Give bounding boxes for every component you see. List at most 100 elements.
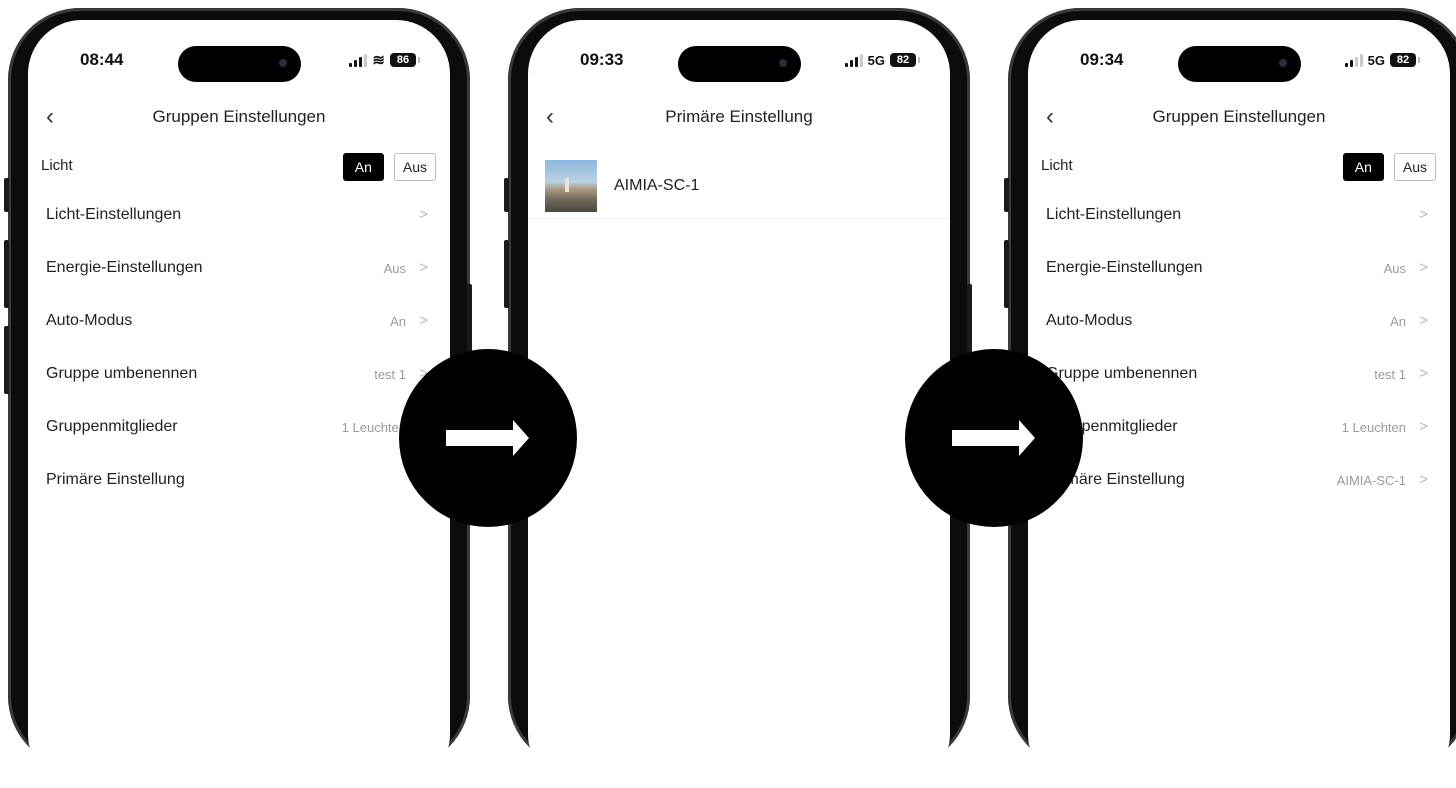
camera-icon	[779, 59, 787, 67]
chevron-right-icon: >	[1419, 206, 1428, 223]
light-off-button[interactable]: Aus	[393, 153, 436, 181]
nav-header: ‹ Gruppen Einstellungen	[1028, 104, 1450, 132]
settings-list: Licht-Einstellungen > Energie-Einstellung…	[1028, 198, 1450, 516]
row-label: Auto-Modus	[1046, 312, 1133, 329]
light-toggle: An Aus	[1342, 153, 1436, 181]
arrow-head-icon	[513, 420, 529, 456]
nav-header: ‹ Primäre Einstellung	[528, 104, 950, 132]
phone-side-button	[1004, 178, 1009, 212]
camera-icon	[1279, 59, 1287, 67]
phone-side-button	[4, 178, 9, 212]
phone-side-button	[1004, 240, 1009, 308]
phone-side-button	[4, 240, 9, 308]
phone-frame-2: 09:33 5G 82 ‹ Primäre Einstellung AIMIA-…	[508, 8, 970, 788]
battery-icon: 86	[390, 53, 420, 67]
page-title: Gruppen Einstellungen	[1152, 107, 1326, 126]
light-label: Licht	[41, 157, 73, 174]
device-thumbnail	[545, 160, 597, 212]
chevron-right-icon: >	[419, 206, 428, 223]
row-rename-group[interactable]: Gruppe umbenennen test 1 >	[1028, 357, 1450, 410]
chevron-right-icon: >	[1419, 471, 1428, 488]
dynamic-island	[1178, 46, 1301, 82]
phone-side-button	[504, 240, 509, 308]
phone-frame-3: 09:34 5G 82 ‹ Gruppen Einstellungen Lich…	[1008, 8, 1456, 788]
chevron-right-icon: >	[419, 312, 428, 329]
device-name: AIMIA-SC-1	[614, 177, 700, 194]
row-value: test 1	[374, 367, 406, 382]
row-label: Auto-Modus	[46, 312, 133, 329]
phone-screen-3: 09:34 5G 82 ‹ Gruppen Einstellungen Lich…	[1028, 20, 1450, 788]
light-label: Licht	[1041, 157, 1073, 174]
dynamic-island	[678, 46, 801, 82]
chevron-right-icon: >	[1419, 259, 1428, 276]
status-bar: 09:34 5G 82	[1028, 20, 1450, 90]
row-value: An	[390, 314, 406, 329]
transition-arrow-2	[905, 349, 1083, 527]
row-rename-group[interactable]: Gruppe umbenennen test 1 >	[28, 357, 450, 410]
row-label: Energie-Einstellungen	[46, 259, 203, 276]
row-value: AIMIA-SC-1	[1336, 473, 1406, 488]
network-label: 5G	[1367, 52, 1385, 68]
row-label: Energie-Einstellungen	[1046, 259, 1203, 276]
phone-screen-2: 09:33 5G 82 ‹ Primäre Einstellung AIMIA-…	[528, 20, 950, 788]
chevron-right-icon: >	[1419, 312, 1428, 329]
wifi-icon: ≋	[372, 51, 385, 69]
page-title: Gruppen Einstellungen	[152, 107, 326, 126]
row-label: Primäre Einstellung	[46, 471, 185, 488]
row-label: Licht-Einstellungen	[46, 206, 182, 223]
row-energy-settings[interactable]: Energie-Einstellungen Aus >	[28, 251, 450, 304]
row-value: An	[1390, 314, 1406, 329]
row-auto-mode[interactable]: Auto-Modus An >	[1028, 304, 1450, 357]
status-indicators: ≋ 86	[349, 51, 420, 69]
row-value: test 1	[1374, 367, 1406, 382]
phone-frame-1: 08:44 ≋ 86 ‹ Gruppen Einstellungen Licht…	[8, 8, 470, 788]
battery-icon: 82	[890, 53, 920, 67]
page-title: Primäre Einstellung	[665, 107, 813, 126]
dynamic-island	[178, 46, 301, 82]
row-energy-settings[interactable]: Energie-Einstellungen Aus >	[1028, 251, 1450, 304]
device-list-item[interactable]: AIMIA-SC-1	[528, 150, 950, 219]
settings-list: Licht-Einstellungen > Energie-Einstellung…	[28, 198, 450, 516]
status-bar: 08:44 ≋ 86	[28, 20, 450, 90]
light-toggle-row: Licht An Aus	[1028, 151, 1450, 181]
light-on-button[interactable]: An	[342, 153, 384, 181]
row-group-members[interactable]: Gruppenmitglieder1 Leuchten>	[1028, 410, 1450, 463]
status-indicators: 5G 82	[1344, 52, 1420, 68]
status-time: 09:34	[1080, 50, 1124, 69]
status-time: 08:44	[80, 50, 124, 69]
row-value: Aus	[1383, 261, 1406, 276]
status-bar: 09:33 5G 82	[528, 20, 950, 90]
status-indicators: 5G 82	[844, 52, 920, 68]
row-auto-mode[interactable]: Auto-Modus An >	[28, 304, 450, 357]
phone-screen-1: 08:44 ≋ 86 ‹ Gruppen Einstellungen Licht…	[28, 20, 450, 788]
row-light-settings[interactable]: Licht-Einstellungen >	[1028, 198, 1450, 251]
camera-icon	[279, 59, 287, 67]
chevron-right-icon: >	[419, 259, 428, 276]
row-value: Aus	[383, 261, 406, 276]
row-primary-setting[interactable]: Primäre Einstellung>	[28, 463, 450, 516]
phone-side-button	[4, 326, 9, 394]
battery-icon: 82	[1390, 53, 1420, 67]
network-label: 5G	[867, 52, 885, 68]
row-label: Licht-Einstellungen	[1046, 206, 1182, 223]
row-primary-setting[interactable]: Primäre Einstellung AIMIA-SC-1 >	[1028, 463, 1450, 516]
nav-header: ‹ Gruppen Einstellungen	[28, 104, 450, 132]
cellular-signal-icon	[1344, 53, 1363, 67]
light-toggle: An Aus	[342, 153, 436, 181]
arrow-head-icon	[1019, 420, 1035, 456]
light-off-button[interactable]: Aus	[1393, 153, 1436, 181]
row-group-members[interactable]: Gruppenmitglieder1 Leuchten>	[28, 410, 450, 463]
light-on-button[interactable]: An	[1342, 153, 1384, 181]
phone-side-button	[504, 178, 509, 212]
cellular-signal-icon	[349, 53, 368, 67]
chevron-right-icon: >	[1419, 418, 1428, 435]
row-value: 1 Leuchten	[1341, 420, 1406, 435]
status-time: 09:33	[580, 50, 624, 69]
row-value: 1 Leuchten	[341, 420, 406, 435]
arrow-right-icon	[952, 430, 1022, 446]
cellular-signal-icon	[844, 53, 863, 67]
arrow-right-icon	[446, 430, 516, 446]
row-light-settings[interactable]: Licht-Einstellungen >	[28, 198, 450, 251]
light-toggle-row: Licht An Aus	[28, 151, 450, 181]
row-label: Gruppe umbenennen	[46, 365, 198, 382]
